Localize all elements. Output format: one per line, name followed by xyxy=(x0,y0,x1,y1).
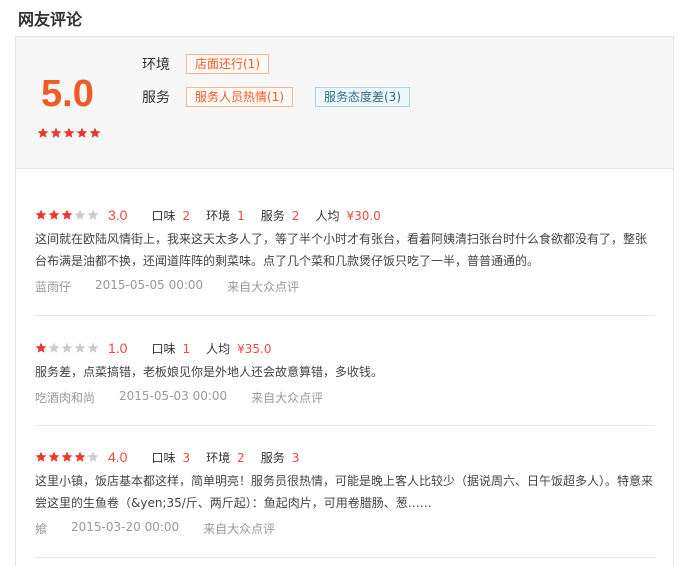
star-empty-icon xyxy=(74,209,87,222)
star-empty-icon xyxy=(87,342,100,355)
review-meta: 吃酒肉和尚 2015-05-03 00:00 来自大众点评 xyxy=(35,389,655,406)
review-source: 来自大众点评 xyxy=(227,280,300,294)
star-filled-icon xyxy=(61,209,74,222)
sub-score-label: 口味 xyxy=(151,208,176,223)
review-meta: 蓝雨仔 2015-05-05 00:00 来自大众点评 xyxy=(35,278,655,295)
sub-score-label: 服务 xyxy=(260,208,285,223)
review-stars xyxy=(35,209,100,222)
sub-score-value: 2 xyxy=(291,208,300,223)
sub-score-service: 服务 2 xyxy=(261,207,300,224)
review-source: 来自大众点评 xyxy=(251,391,324,405)
star-empty-icon xyxy=(87,451,100,464)
avg-price: 人均 ¥30.0 xyxy=(315,207,380,224)
review-date: 2015-05-03 00:00 xyxy=(119,389,228,403)
sub-score-value: 1 xyxy=(182,341,191,356)
review-author[interactable]: 吃酒肉和尚 xyxy=(35,389,95,406)
star-filled-icon xyxy=(61,451,74,464)
review-meta: 飨 2015-03-20 00:00 来自大众点评 xyxy=(35,520,655,537)
star-empty-icon xyxy=(48,342,61,355)
overall-stars xyxy=(37,127,102,140)
star-filled-icon xyxy=(50,127,63,140)
sub-score-label: 环境 xyxy=(206,208,231,223)
sub-score-value: 2 xyxy=(182,208,191,223)
review-item: 3.0 口味 2 环境 1 服务 2 人均 ¥30.0 这间就在欧陆风情街上，我来这天太… xyxy=(35,205,655,316)
review-text: 服务差，点菜搞错，老板娘见你是外地人还会故意算错，多收钱。 xyxy=(35,365,384,379)
sub-score-taste: 口味 3 xyxy=(151,449,190,466)
tag-row-service: 服务 服务人员热情(1) 服务态度差(3) xyxy=(142,87,432,107)
reviews-panel: 5.0 环境 店面还行(1) 服务 服务人员热情(1) 服务态度差(3) 3.0… xyxy=(15,36,674,566)
review-header: 1.0 口味 1 人均 ¥35.0 xyxy=(35,338,655,358)
star-empty-icon xyxy=(87,209,100,222)
tag-service-warm[interactable]: 服务人员热情(1) xyxy=(186,87,293,107)
sub-score-service: 服务 3 xyxy=(261,449,300,466)
price-label: 人均 xyxy=(315,208,340,223)
sub-score-environment: 环境 1 xyxy=(206,207,245,224)
star-empty-icon xyxy=(74,342,87,355)
review-header: 4.0 口味 3 环境 2 服务 3 xyxy=(35,447,655,467)
review-item: 1.0 口味 1 人均 ¥35.0 服务差，点菜搞错，老板娘见你是外地人还会故意算错… xyxy=(35,338,655,426)
review-date: 2015-03-20 00:00 xyxy=(71,520,180,534)
star-filled-icon xyxy=(63,127,76,140)
star-filled-icon xyxy=(48,209,61,222)
rating-summary: 5.0 环境 店面还行(1) 服务 服务人员热情(1) 服务态度差(3) xyxy=(16,37,673,169)
review-text: 这里小镇，饭店基本都这样，简单明亮！服务员很热情，可能是晚上客人比较少（据说周六… xyxy=(35,474,654,510)
star-filled-icon xyxy=(76,127,89,140)
tag-row-label: 环境 xyxy=(142,57,170,73)
tag-environment-ok[interactable]: 店面还行(1) xyxy=(186,54,269,74)
price-value: ¥35.0 xyxy=(237,341,272,356)
price-value: ¥30.0 xyxy=(346,208,381,223)
tag-service-bad[interactable]: 服务态度差(3) xyxy=(315,87,410,107)
price-label: 人均 xyxy=(206,341,231,356)
sub-score-value: 3 xyxy=(291,450,300,465)
review-source: 来自大众点评 xyxy=(203,522,276,536)
review-stars xyxy=(35,451,100,464)
sub-score-label: 口味 xyxy=(151,450,176,465)
review-item: 4.0 口味 3 环境 2 服务 3 这里小镇，饭店基本都这样，简单明亮！服务员很热情… xyxy=(35,447,655,558)
review-score: 4.0 xyxy=(108,449,128,465)
sub-score-value: 2 xyxy=(237,450,245,465)
review-author[interactable]: 飨 xyxy=(35,520,47,537)
review-score: 1.0 xyxy=(108,340,128,356)
star-filled-icon xyxy=(35,451,48,464)
star-filled-icon xyxy=(74,451,87,464)
star-empty-icon xyxy=(61,342,74,355)
review-date: 2015-05-05 00:00 xyxy=(95,278,204,292)
review-header: 3.0 口味 2 环境 1 服务 2 人均 ¥30.0 xyxy=(35,205,655,225)
overall-score: 5.0 xyxy=(41,73,94,115)
sub-score-taste: 口味 1 xyxy=(151,340,190,357)
avg-price: 人均 ¥35.0 xyxy=(206,340,271,357)
sub-score-taste: 口味 2 xyxy=(151,207,190,224)
star-filled-icon xyxy=(89,127,102,140)
sub-score-value: 1 xyxy=(237,208,245,223)
review-stars xyxy=(35,342,100,355)
star-filled-icon xyxy=(48,451,61,464)
tag-row-environment: 环境 店面还行(1) xyxy=(142,54,291,74)
star-filled-icon xyxy=(35,209,48,222)
sub-score-label: 服务 xyxy=(260,450,285,465)
review-author[interactable]: 蓝雨仔 xyxy=(35,278,71,295)
sub-score-label: 环境 xyxy=(206,450,231,465)
section-title: 网友评论 xyxy=(18,10,83,29)
sub-score-label: 口味 xyxy=(151,341,176,356)
review-score: 3.0 xyxy=(108,207,128,223)
star-filled-icon xyxy=(37,127,50,140)
tag-row-label: 服务 xyxy=(142,90,170,106)
sub-score-environment: 环境 2 xyxy=(206,449,245,466)
review-text: 这间就在欧陆风情街上，我来这天太多人了，等了半个小时才有张台，看着阿姨清扫张台时… xyxy=(35,232,648,268)
star-filled-icon xyxy=(35,342,48,355)
sub-score-value: 3 xyxy=(182,450,191,465)
